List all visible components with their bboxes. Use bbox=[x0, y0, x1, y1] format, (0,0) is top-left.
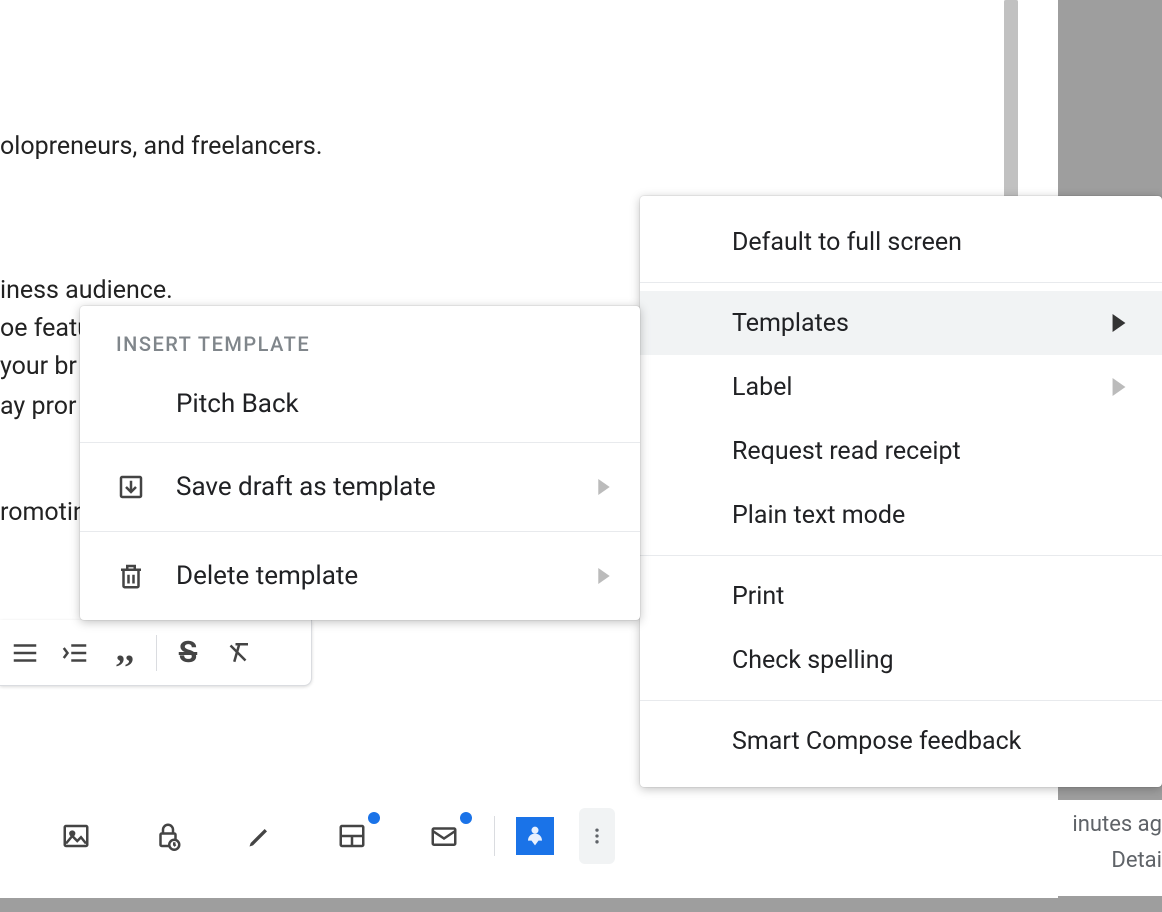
indent-icon bbox=[60, 638, 90, 668]
menu-item-label: Default to full screen bbox=[732, 228, 962, 257]
body-text-line: iness audience. bbox=[0, 272, 173, 310]
toolbar-divider bbox=[494, 816, 495, 856]
template-name-label: Pitch Back bbox=[176, 389, 299, 419]
menu-separator bbox=[640, 555, 1162, 556]
menu-templates[interactable]: Templates bbox=[640, 291, 1162, 355]
formatting-toolbar: ,, S bbox=[0, 620, 312, 686]
align-icon bbox=[10, 638, 40, 668]
mail-icon bbox=[429, 821, 459, 851]
strikethrough-button[interactable]: S bbox=[163, 629, 213, 677]
template-item-pitch-back[interactable]: Pitch Back bbox=[80, 366, 640, 442]
menu-plain-text-mode[interactable]: Plain text mode bbox=[640, 483, 1162, 547]
menu-item-label: Label bbox=[732, 373, 792, 402]
extension-icon bbox=[516, 817, 554, 855]
strikethrough-icon: S bbox=[179, 635, 197, 670]
body-text-line: olopreneurs, and freelancers. bbox=[0, 128, 322, 166]
menu-item-label: Plain text mode bbox=[732, 501, 905, 530]
menu-separator bbox=[640, 282, 1162, 283]
menu-check-spelling[interactable]: Check spelling bbox=[640, 628, 1162, 692]
quote-icon: ,, bbox=[116, 628, 134, 670]
mail-button[interactable] bbox=[398, 806, 490, 866]
body-text-line: your br bbox=[0, 348, 77, 386]
save-icon bbox=[116, 472, 146, 502]
quote-button[interactable]: ,, bbox=[100, 629, 150, 677]
menu-default-full-screen[interactable]: Default to full screen bbox=[640, 210, 1162, 274]
layout-button[interactable] bbox=[306, 806, 398, 866]
clear-formatting-button[interactable] bbox=[213, 629, 263, 677]
activity-footer: inutes ag Detai bbox=[922, 800, 1162, 896]
photo-icon bbox=[61, 821, 91, 851]
body-text-line: ay pror bbox=[0, 388, 76, 426]
menu-label[interactable]: Label bbox=[640, 355, 1162, 419]
scrollbar-thumb[interactable] bbox=[1004, 0, 1018, 200]
details-link[interactable]: Detai bbox=[1111, 848, 1162, 873]
extension-button[interactable] bbox=[499, 806, 571, 866]
notification-dot bbox=[368, 812, 380, 824]
more-vertical-icon bbox=[587, 821, 607, 851]
toolbar-divider bbox=[156, 635, 157, 671]
pen-icon bbox=[246, 822, 274, 850]
confidential-mode-button[interactable] bbox=[122, 806, 214, 866]
chevron-right-icon bbox=[598, 568, 610, 584]
chevron-right-icon bbox=[1112, 314, 1126, 332]
menu-print[interactable]: Print bbox=[640, 564, 1162, 628]
body-text-line: romotin bbox=[0, 494, 87, 532]
compose-toolbar bbox=[0, 792, 1058, 880]
trash-icon bbox=[116, 561, 146, 591]
more-options-menu: Default to full screen Templates Label R… bbox=[640, 196, 1162, 787]
notification-dot bbox=[460, 812, 472, 824]
submenu-item-label: Save draft as template bbox=[176, 472, 436, 502]
menu-item-label: Templates bbox=[732, 309, 849, 338]
templates-submenu: INSERT TEMPLATE Pitch Back Save draft as… bbox=[80, 306, 640, 620]
chevron-right-icon bbox=[598, 479, 610, 495]
last-activity-text: inutes ag bbox=[1072, 812, 1162, 837]
lock-clock-icon bbox=[153, 821, 183, 851]
chevron-right-icon bbox=[1112, 378, 1126, 396]
background-grey-bottom bbox=[0, 898, 1162, 912]
indent-button[interactable] bbox=[50, 629, 100, 677]
insert-signature-button[interactable] bbox=[214, 806, 306, 866]
layout-icon bbox=[337, 821, 367, 851]
menu-item-label: Check spelling bbox=[732, 646, 894, 675]
body-text-line: oe featu bbox=[0, 310, 91, 348]
save-draft-as-template[interactable]: Save draft as template bbox=[80, 443, 640, 531]
insert-photo-button[interactable] bbox=[30, 806, 122, 866]
submenu-item-label: Delete template bbox=[176, 561, 358, 591]
menu-smart-compose-feedback[interactable]: Smart Compose feedback bbox=[640, 709, 1162, 773]
menu-request-read-receipt[interactable]: Request read receipt bbox=[640, 419, 1162, 483]
clear-formatting-icon bbox=[223, 638, 253, 668]
menu-item-label: Smart Compose feedback bbox=[732, 727, 1021, 756]
menu-separator bbox=[640, 700, 1162, 701]
align-button[interactable] bbox=[0, 629, 50, 677]
more-options-button[interactable] bbox=[579, 808, 615, 864]
submenu-header: INSERT TEMPLATE bbox=[80, 306, 640, 366]
delete-template[interactable]: Delete template bbox=[80, 532, 640, 620]
menu-item-label: Print bbox=[732, 582, 784, 611]
menu-item-label: Request read receipt bbox=[732, 437, 961, 466]
